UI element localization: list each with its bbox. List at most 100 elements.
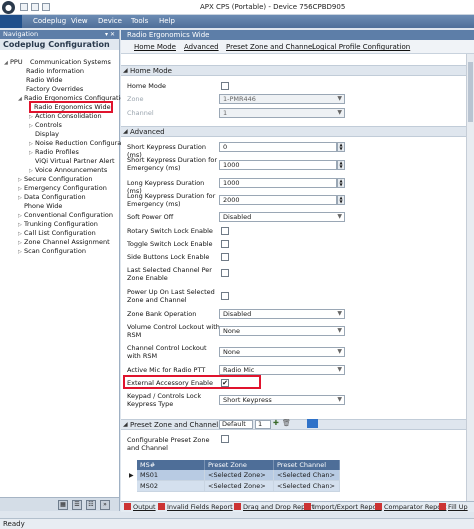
add-row-icon[interactable]: ✚: [273, 419, 279, 427]
home-mode-section-header[interactable]: ◢ Home Mode: [121, 65, 466, 76]
folder-icon[interactable]: [307, 419, 318, 428]
menu-item-help[interactable]: Help: [159, 17, 175, 25]
tree-node-action-consolidation[interactable]: ▷ Action Consolidation: [29, 112, 102, 121]
long-keypress-emergency-input[interactable]: 2000: [219, 195, 337, 205]
tree-node-conventional-configuration[interactable]: ▷ Conventional Configuration: [18, 211, 113, 220]
collapse-triangle-icon[interactable]: ◢: [123, 127, 128, 137]
short-keypress-input[interactable]: 0: [219, 142, 337, 152]
scrollbar-thumb[interactable]: [468, 62, 473, 122]
short-keypress-emergency-input[interactable]: 1000: [219, 160, 337, 170]
main-scrollbar[interactable]: [466, 54, 474, 501]
table-cell-preset-channel[interactable]: <Selected Chan>: [274, 470, 340, 481]
menu-item-device[interactable]: Device: [98, 17, 122, 25]
preset-zone-section-header[interactable]: ◢ Preset Zone and Channel: [121, 419, 466, 430]
undo-icon[interactable]: [31, 3, 39, 11]
tree-node-controls[interactable]: ▷ Controls: [29, 121, 62, 130]
power-up-last-selected-checkbox[interactable]: [221, 292, 229, 300]
short-keypress-emergency-spinner[interactable]: ▲ ▼: [337, 160, 345, 170]
grid-view-icon[interactable]: ▦: [58, 500, 68, 510]
tree-node-viqi-alert[interactable]: ViQi Virtual Partner Alert: [35, 157, 115, 166]
tree-node-radio-profiles[interactable]: ▷ Radio Profiles: [29, 148, 79, 157]
tree-label: PPU: [10, 58, 23, 66]
advanced-section-header[interactable]: ◢ Advanced: [121, 126, 466, 137]
tree-node-scan-configuration[interactable]: ▷ Scan Configuration: [18, 247, 86, 256]
output-link[interactable]: Output: [124, 503, 156, 511]
rotary-lock-checkbox[interactable]: [221, 227, 229, 235]
import-export-report-link[interactable]: Import/Export Report: [304, 503, 382, 511]
soft-power-off-select[interactable]: Disabled ▼: [219, 212, 345, 222]
side-buttons-lock-checkbox[interactable]: [221, 253, 229, 261]
tree-node-voice-announcements[interactable]: ▷ Voice Announcements: [29, 166, 107, 175]
navigation-title: Navigation: [3, 30, 39, 38]
tab-advanced[interactable]: Advanced: [184, 43, 219, 51]
tree-node-zone-channel-assignment[interactable]: ▷ Zone Channel Assignment: [18, 238, 110, 247]
short-keypress-spinner[interactable]: ▲ ▼: [337, 142, 345, 152]
table-cell-preset-channel[interactable]: <Selected Chan>: [274, 481, 340, 492]
list-view-icon[interactable]: ☷: [86, 500, 96, 510]
tree-node-communication-systems[interactable]: Communication Systems: [30, 58, 111, 67]
tree-label: Radio Information: [26, 67, 84, 75]
tree-node-emergency-configuration[interactable]: ▷ Emergency Configuration: [18, 184, 107, 193]
home-mode-checkbox[interactable]: [221, 82, 229, 90]
zone-bank-select[interactable]: Disabled ▼: [219, 309, 345, 319]
dropdown-arrow-icon: ▼: [337, 327, 342, 334]
preset-profile-input[interactable]: Default: [219, 420, 253, 429]
save-icon[interactable]: [20, 3, 28, 11]
tree-label: Noise Reduction Configurat: [35, 139, 124, 147]
menu-item-tools[interactable]: Tools: [131, 17, 148, 25]
preset-count-input[interactable]: 1: [255, 420, 271, 429]
last-selected-channel-checkbox[interactable]: [221, 269, 229, 277]
column-header-ms[interactable]: MS#: [137, 460, 205, 470]
drag-drop-report-link[interactable]: Drag and Drop Report: [234, 503, 314, 511]
tab-home-mode[interactable]: Home Mode: [134, 43, 176, 51]
channel-select[interactable]: 1 ▼: [219, 108, 345, 118]
tree-node-radio-wide[interactable]: Radio Wide: [26, 76, 63, 85]
table-cell-ms[interactable]: MS02: [137, 481, 205, 492]
collapse-triangle-icon[interactable]: ◢: [123, 66, 128, 76]
redo-icon[interactable]: [42, 3, 50, 11]
column-header-preset-channel[interactable]: Preset Channel: [274, 460, 340, 470]
active-mic-select[interactable]: Radio Mic ▼: [219, 365, 345, 375]
expand-panel-icon[interactable]: »: [100, 500, 110, 510]
long-keypress-spinner[interactable]: ▲ ▼: [337, 178, 345, 188]
fill-up-link[interactable]: Fill Up: [439, 503, 468, 511]
tree-node-phone-wide[interactable]: Phone Wide: [24, 202, 62, 211]
long-keypress-emergency-spinner[interactable]: ▲ ▼: [337, 195, 345, 205]
app-logo-icon[interactable]: ●: [2, 1, 15, 14]
keypad-lock-select[interactable]: Short Keypress ▼: [219, 395, 345, 405]
menu-item-codeplug[interactable]: Codeplug: [33, 17, 66, 25]
tree-node-display[interactable]: Display: [35, 130, 59, 139]
table-cell-preset-zone[interactable]: <Selected Zone>: [205, 470, 274, 481]
channel-lockout-select[interactable]: None ▼: [219, 347, 345, 357]
delete-row-icon[interactable]: 🗑: [282, 419, 291, 427]
tree-node-noise-reduction[interactable]: ▷ Noise Reduction Configurat: [29, 139, 124, 148]
collapse-triangle-icon[interactable]: ◢: [123, 420, 128, 430]
comparator-report-link[interactable]: Comparator Report: [375, 503, 446, 511]
table-cell-ms[interactable]: MS01: [137, 470, 205, 481]
menu-item-view[interactable]: View: [71, 17, 88, 25]
report-label: Comparator Report: [384, 503, 447, 511]
tab-preset-zone[interactable]: Preset Zone and Channel: [226, 43, 314, 51]
configurable-preset-checkbox[interactable]: [221, 435, 229, 443]
file-menu-button[interactable]: [0, 15, 22, 28]
tree-node-call-list-configuration[interactable]: ▷ Call List Configuration: [18, 229, 96, 238]
column-header-preset-zone[interactable]: Preset Zone: [205, 460, 274, 470]
tree-label: Controls: [35, 121, 62, 129]
tree-node-trunking-configuration[interactable]: ▷ Trunking Configuration: [18, 220, 98, 229]
zone-select[interactable]: 1-PMR446 ▼: [219, 94, 345, 104]
tree-node-factory-overrides[interactable]: Factory Overrides: [26, 85, 83, 94]
tree-view-icon[interactable]: ☰: [72, 500, 82, 510]
tree-node-secure-configuration[interactable]: ▷ Secure Configuration: [18, 175, 93, 184]
table-cell-preset-zone[interactable]: <Selected Zone>: [205, 481, 274, 492]
report-bar: Output Invalid Fields Report Drag and Dr…: [121, 501, 474, 512]
channel-lockout-value: None: [223, 348, 240, 356]
tab-logical-profile[interactable]: Logical Profile Configuration: [312, 43, 410, 51]
tree-node-data-configuration[interactable]: ▷ Data Configuration: [18, 193, 86, 202]
tree-node-ppu[interactable]: ◢ PPU: [4, 58, 23, 67]
toggle-lock-checkbox[interactable]: [221, 240, 229, 248]
panel-pin-icon[interactable]: ▾ ✕: [105, 30, 115, 39]
invalid-fields-report-link[interactable]: Invalid Fields Report: [158, 503, 233, 511]
tree-node-radio-information[interactable]: Radio Information: [26, 67, 84, 76]
volume-lockout-select[interactable]: None ▼: [219, 326, 345, 336]
long-keypress-input[interactable]: 1000: [219, 178, 337, 188]
